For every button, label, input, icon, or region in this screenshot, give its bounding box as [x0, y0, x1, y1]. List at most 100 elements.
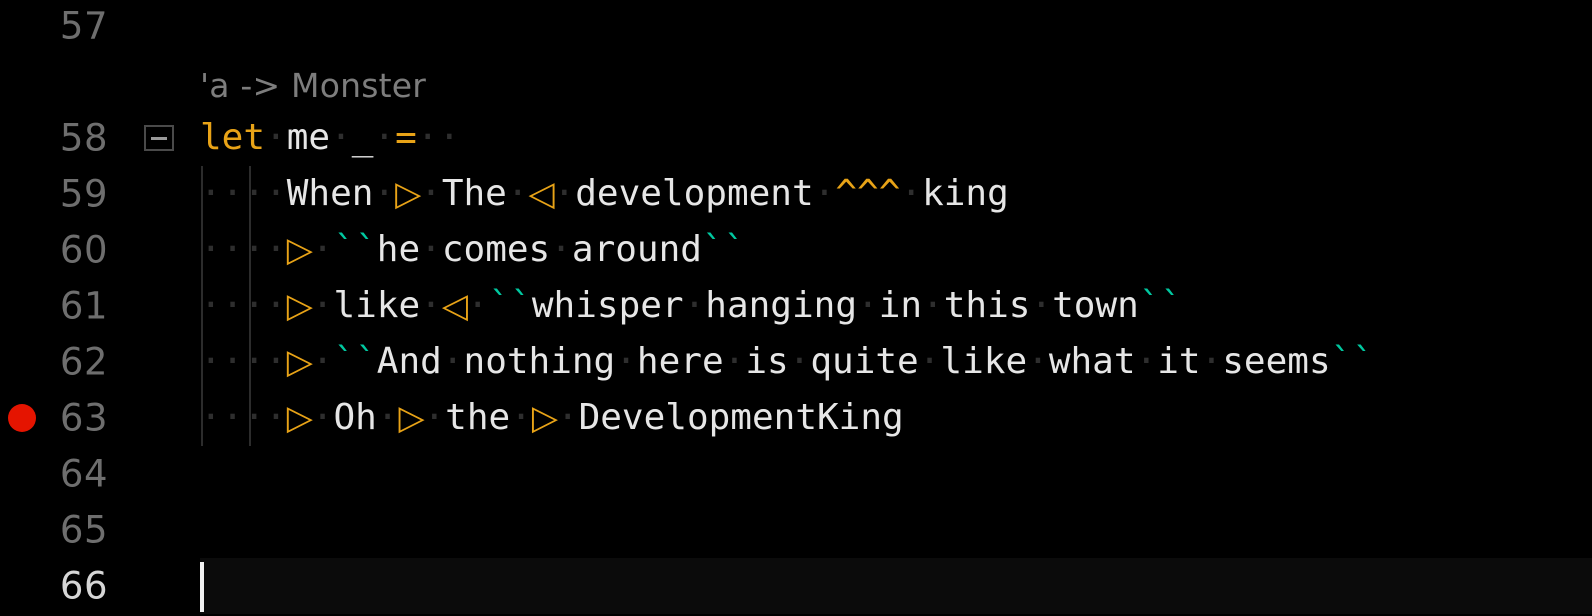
whitespace-dot: ·: [683, 285, 706, 326]
editor-line[interactable]: 65: [0, 502, 1592, 558]
code-token: Oh: [333, 397, 377, 438]
line-content[interactable]: [200, 446, 1592, 502]
whitespace-dot: ·: [243, 173, 266, 214]
string-quote: ``: [701, 229, 746, 270]
caret-token: ^^^: [835, 173, 901, 214]
editor-line[interactable]: 58 let · me · _ · = · ·: [0, 110, 1592, 166]
whitespace-dot: ·: [615, 341, 637, 382]
line-content[interactable]: · · · · ▷ · `` And · nothing · here · is · quite · like · w…: [200, 334, 1592, 390]
whitespace-dot: ·: [1027, 341, 1049, 382]
whitespace-dot: ·: [330, 117, 352, 158]
line-number: 59: [59, 172, 108, 216]
code-token: _: [351, 117, 374, 158]
whitespace-dot: ·: [221, 341, 244, 382]
line-number: 58: [59, 116, 108, 160]
code-token: The: [441, 173, 507, 214]
whitespace-dot: ·: [311, 341, 334, 382]
whitespace-dot: ·: [265, 173, 287, 214]
string-quote: ``: [488, 285, 532, 326]
whitespace-dot: ·: [265, 229, 287, 270]
code-token: development: [575, 173, 814, 214]
indent-guide: [249, 334, 251, 390]
text-cursor: [200, 562, 204, 612]
line-gutter[interactable]: 63: [0, 390, 200, 446]
line-gutter[interactable]: 57: [0, 0, 200, 54]
whitespace-dot: ·: [265, 397, 287, 438]
string-quote: ``: [1138, 285, 1183, 326]
line-content[interactable]: · · · · When · ▷ · The · ◁ · development · ^^^ · king: [200, 166, 1592, 222]
whitespace-dot: ·: [813, 173, 836, 214]
code-token: is: [745, 341, 789, 382]
editor-line[interactable]: 57: [0, 0, 1592, 54]
whitespace-dot: ·: [311, 397, 334, 438]
line-number: 62: [59, 340, 108, 384]
whitespace-dot: ·: [466, 285, 489, 326]
line-content[interactable]: [200, 502, 1592, 558]
line-gutter[interactable]: 59: [0, 166, 200, 222]
code-token: hanging: [705, 285, 857, 326]
string-quote: ``: [333, 341, 377, 382]
line-content[interactable]: · · · · ▷ · like · ◁ · `` whisper · hanging · in · this · t…: [200, 278, 1592, 334]
line-content[interactable]: · · · · ▷ · Oh · ▷ · the · ▷ · DevelopmentKing: [200, 390, 1592, 446]
editor-line[interactable]: 66: [0, 558, 1592, 614]
whitespace-dot: ·: [221, 285, 244, 326]
keyword-token: let: [200, 117, 266, 158]
whitespace-dot: ·: [556, 397, 579, 438]
editor-line[interactable]: 59 · · · · When · ▷ · The · ◁ · development · ^^^ · king: [0, 166, 1592, 222]
whitespace-dot: ·: [265, 341, 287, 382]
code-token: in: [878, 285, 923, 326]
whitespace-dot: ·: [243, 341, 266, 382]
line-gutter[interactable]: 64: [0, 446, 200, 502]
whitespace-dot: ·: [221, 397, 244, 438]
whitespace-dot: ·: [200, 173, 222, 214]
whitespace-dot: ·: [420, 285, 442, 326]
code-token: nothing: [463, 341, 616, 382]
editor-line[interactable]: 61 · · · · ▷ · like · ◁ · `` whisper · hanging · in · this…: [0, 278, 1592, 334]
breakpoint-icon[interactable]: [8, 404, 36, 432]
line-content[interactable]: · · · · ▷ · `` he · comes · around ``: [200, 222, 1592, 278]
whitespace-dot: ·: [506, 173, 529, 214]
code-token: DevelopmentKing: [578, 397, 904, 438]
indent-guide: [201, 334, 203, 390]
code-token: king: [922, 173, 1009, 214]
editor-line[interactable]: 62 · · · · ▷ · `` And · nothing · here · is · quite · like…: [0, 334, 1592, 390]
code-token: whisper: [531, 285, 684, 326]
code-token: the: [445, 397, 511, 438]
whitespace-dot: ·: [416, 117, 439, 158]
code-token: And: [376, 341, 442, 382]
line-number: 66: [59, 564, 108, 608]
whitespace-dot: ·: [243, 285, 266, 326]
line-gutter[interactable]: 60: [0, 222, 200, 278]
line-content[interactable]: [200, 0, 1592, 54]
line-gutter[interactable]: 65: [0, 502, 200, 558]
whitespace-dot: ·: [200, 285, 222, 326]
editor-line[interactable]: 63 · · · · ▷ · Oh · ▷ · the · ▷ · DevelopmentKing: [0, 390, 1592, 446]
fold-collapse-icon[interactable]: [144, 125, 174, 151]
indent-guide: [249, 390, 251, 446]
code-editor[interactable]: 'a -> Monster 57 58 let · me · _ · = · · 59 · · · · When ·…: [0, 0, 1592, 616]
indent-guide: [249, 166, 251, 222]
code-token: it: [1157, 341, 1201, 382]
whitespace-dot: ·: [200, 229, 222, 270]
line-content[interactable]: [200, 558, 1592, 614]
whitespace-dot: ·: [243, 229, 266, 270]
editor-line[interactable]: 64: [0, 446, 1592, 502]
line-content[interactable]: let · me · _ · = · ·: [200, 110, 1592, 166]
whitespace-dot: ·: [922, 285, 944, 326]
line-number: 57: [59, 4, 108, 48]
whitespace-dot: ·: [420, 173, 442, 214]
line-gutter[interactable]: 61: [0, 278, 200, 334]
line-gutter[interactable]: 58: [0, 110, 200, 166]
whitespace-dot: ·: [900, 173, 923, 214]
line-gutter[interactable]: 62: [0, 334, 200, 390]
whitespace-dot: ·: [221, 229, 244, 270]
indent-guide: [201, 166, 203, 222]
whitespace-dot: ·: [200, 397, 222, 438]
inlay-hint-row: 'a -> Monster: [0, 58, 1592, 114]
line-gutter[interactable]: 66: [0, 558, 200, 614]
editor-line[interactable]: 60 · · · · ▷ · `` he · comes · around ``: [0, 222, 1592, 278]
whitespace-dot: ·: [510, 397, 532, 438]
gutter-spacer: [0, 58, 200, 114]
whitespace-dot: ·: [441, 341, 464, 382]
line-number: 65: [59, 508, 108, 552]
